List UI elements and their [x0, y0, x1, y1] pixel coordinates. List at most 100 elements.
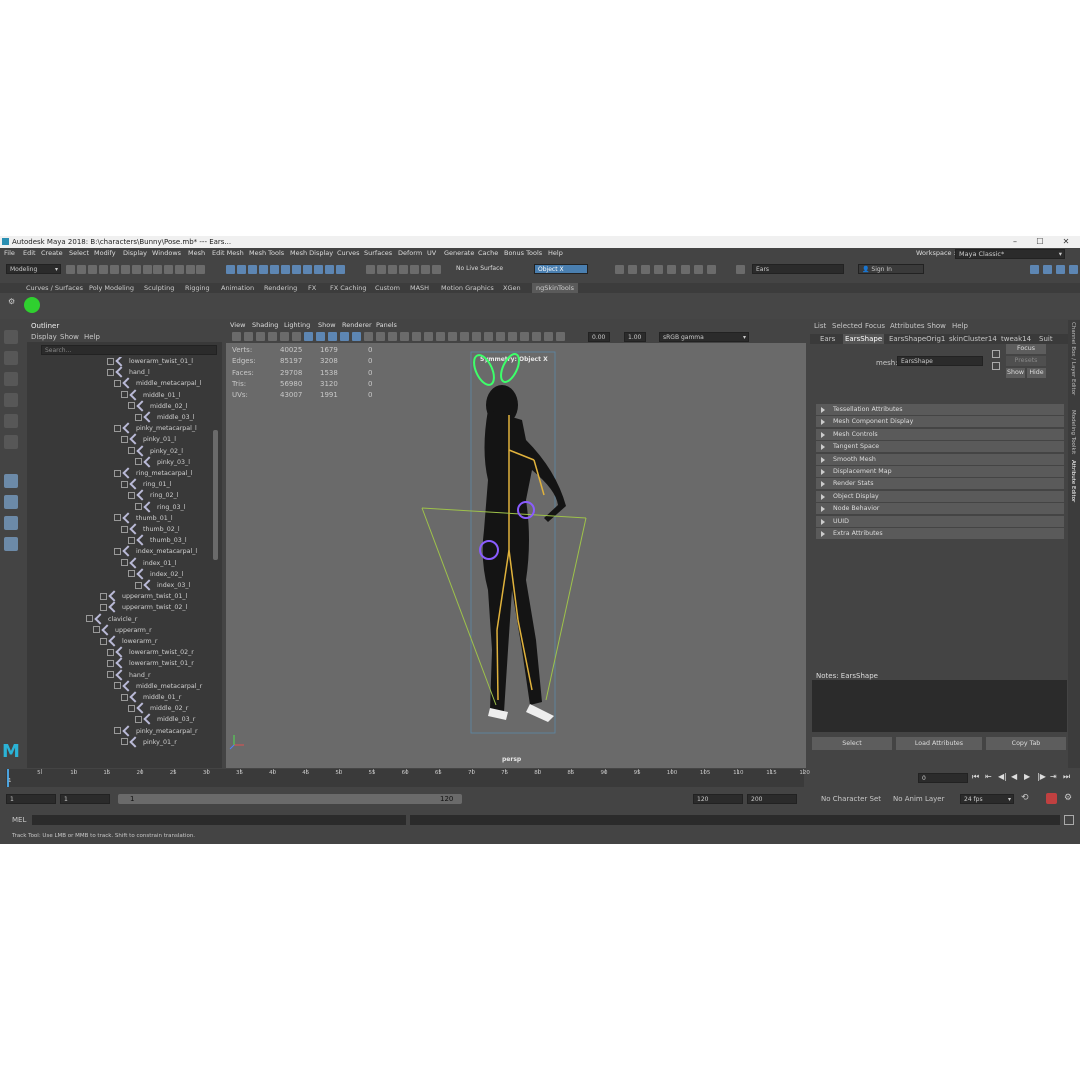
expand-toggle-icon[interactable] — [100, 592, 107, 600]
paint-select-icon[interactable] — [4, 372, 18, 386]
menu-edit[interactable]: Edit — [23, 248, 36, 259]
side-tab-2[interactable]: Attribute Editor — [1070, 460, 1076, 502]
current-frame-field[interactable]: 0 — [918, 773, 968, 783]
expand-toggle-icon[interactable] — [121, 480, 128, 488]
ae-tab-2[interactable]: EarsShapeOrig1 — [887, 334, 947, 344]
menu-windows[interactable]: Windows — [152, 248, 181, 259]
outliner-row[interactable]: upperarm_r — [93, 624, 152, 636]
status-icon-8[interactable] — [153, 265, 162, 274]
ae-menu-1[interactable]: Selected — [832, 322, 862, 330]
shelf-tab-11[interactable]: XGen — [503, 283, 521, 293]
shelf-tab-2[interactable]: Sculpting — [144, 283, 174, 293]
expand-toggle-icon[interactable] — [121, 391, 128, 399]
ae-menu-3[interactable]: Attributes — [890, 322, 925, 330]
ae-menu-0[interactable]: List — [814, 322, 826, 330]
expand-toggle-icon[interactable] — [114, 379, 121, 387]
history-icon-1[interactable] — [377, 265, 386, 274]
outliner-row[interactable]: pinky_metacarpal_r — [114, 724, 198, 737]
presets-button[interactable]: Presets — [1006, 356, 1046, 366]
expand-toggle-icon[interactable] — [121, 435, 128, 443]
ae-tab-5[interactable]: Suit — [1037, 334, 1055, 344]
shelf-tab-6[interactable]: FX — [308, 283, 316, 293]
status-icon-7[interactable] — [143, 265, 152, 274]
ae-button-1[interactable]: Load Attributes — [896, 737, 982, 750]
history-icon-3[interactable] — [399, 265, 408, 274]
play-forwards-icon[interactable]: ▶ — [1024, 772, 1030, 781]
lasso-tool-icon[interactable] — [4, 351, 18, 365]
viewport-panel[interactable]: View Shading Lighting Show Renderer Panels 0.… — [226, 320, 806, 768]
expand-toggle-icon[interactable] — [114, 547, 121, 555]
menu-file[interactable]: File — [4, 248, 15, 259]
outliner-layout-icon[interactable] — [4, 537, 18, 551]
menu-help[interactable]: Help — [548, 248, 563, 259]
outliner-scrollbar[interactable] — [213, 430, 218, 560]
shelf-tab-0[interactable]: Curves / Surfaces — [26, 283, 83, 293]
notes-textarea[interactable] — [812, 680, 1067, 732]
outliner-row[interactable]: pinky_02_l — [128, 444, 183, 457]
menu-select[interactable]: Select — [69, 248, 89, 259]
outliner-row[interactable]: middle_metacarpal_r — [114, 680, 202, 692]
side-tab-0[interactable]: Channel Box / Layer Editor — [1070, 322, 1076, 395]
snap-icon-5[interactable] — [281, 265, 290, 274]
outliner-row[interactable]: middle_01_r — [121, 691, 181, 703]
outliner-row[interactable]: pinky_01_r — [121, 736, 177, 748]
paste-icon[interactable] — [992, 362, 1000, 370]
snap-icon-6[interactable] — [292, 265, 301, 274]
outliner-row[interactable]: index_metacarpal_l — [114, 545, 197, 558]
section-header[interactable]: Tangent Space — [816, 441, 1064, 453]
copy-icon[interactable] — [992, 350, 1000, 358]
four-pane-icon[interactable] — [4, 495, 18, 509]
history-icon-5[interactable] — [421, 265, 430, 274]
history-icon-2[interactable] — [388, 265, 397, 274]
outliner-row[interactable]: lowerarm_r — [100, 635, 157, 647]
step-forward-frame-icon[interactable]: |▶ — [1037, 772, 1046, 781]
shelf-settings-icon[interactable]: ⚙ — [8, 297, 15, 306]
outliner-row[interactable]: pinky_03_l — [135, 456, 190, 468]
ngskintools-icon[interactable] — [24, 297, 40, 313]
workspace-select[interactable]: Maya Classic* ▾ — [955, 249, 1065, 259]
script-editor-icon[interactable] — [1064, 815, 1074, 825]
render-icon-8[interactable] — [736, 265, 745, 274]
render-icon-4[interactable] — [667, 265, 676, 274]
range-bar[interactable]: 1 120 — [118, 794, 462, 804]
history-icon-6[interactable] — [432, 265, 441, 274]
status-icon-1[interactable] — [77, 265, 86, 274]
outliner-search-input[interactable]: Search... — [41, 345, 217, 355]
expand-toggle-icon[interactable] — [107, 648, 114, 656]
shelf-tab-4[interactable]: Animation — [221, 283, 254, 293]
outliner-menu-0[interactable]: Display — [31, 333, 57, 341]
menu-generate[interactable]: Generate — [444, 248, 474, 259]
expand-toggle-icon[interactable] — [121, 693, 128, 701]
shelf-tab-10[interactable]: Motion Graphics — [441, 283, 494, 293]
outliner-row[interactable]: upperarm_twist_02_l — [100, 601, 187, 614]
section-header[interactable]: Tessellation Attributes — [816, 404, 1064, 415]
menu-uv[interactable]: UV — [427, 248, 436, 259]
expand-toggle-icon[interactable] — [135, 581, 142, 589]
outliner-row[interactable]: pinky_metacarpal_l — [114, 422, 197, 434]
live-surface-label[interactable]: No Live Surface — [456, 265, 503, 272]
expand-toggle-icon[interactable] — [128, 570, 135, 578]
ae-tab-3[interactable]: skinCluster14 — [947, 334, 999, 344]
outliner-row[interactable]: pinky_01_l — [121, 433, 176, 446]
ae-button-2[interactable]: Copy Tab — [986, 737, 1066, 750]
symmetry-select[interactable]: Object X — [534, 264, 588, 274]
status-icon-3[interactable] — [99, 265, 108, 274]
outliner-row[interactable]: ring_01_l — [121, 478, 171, 490]
loop-icon[interactable]: ⟲ — [1021, 793, 1029, 803]
menu-surfaces[interactable]: Surfaces — [364, 248, 392, 259]
layout-icon-1[interactable] — [1043, 265, 1052, 274]
layout-icon-2[interactable] — [1056, 265, 1065, 274]
menu-mesh-tools[interactable]: Mesh Tools — [249, 248, 284, 259]
maximize-icon[interactable]: ☐ — [1028, 236, 1052, 248]
two-pane-icon[interactable] — [4, 516, 18, 530]
step-back-frame-icon[interactable]: ◀| — [998, 772, 1007, 781]
status-icon-0[interactable] — [66, 265, 75, 274]
expand-toggle-icon[interactable] — [114, 682, 121, 690]
ae-button-0[interactable]: Select — [812, 737, 892, 750]
menu-edit-mesh[interactable]: Edit Mesh — [212, 248, 244, 259]
character-model[interactable] — [226, 320, 806, 768]
outliner-menu-2[interactable]: Help — [84, 333, 100, 341]
render-icon-6[interactable] — [694, 265, 703, 274]
show-button[interactable]: Show — [1006, 368, 1025, 378]
outliner-row[interactable]: ring_02_l — [128, 489, 178, 502]
